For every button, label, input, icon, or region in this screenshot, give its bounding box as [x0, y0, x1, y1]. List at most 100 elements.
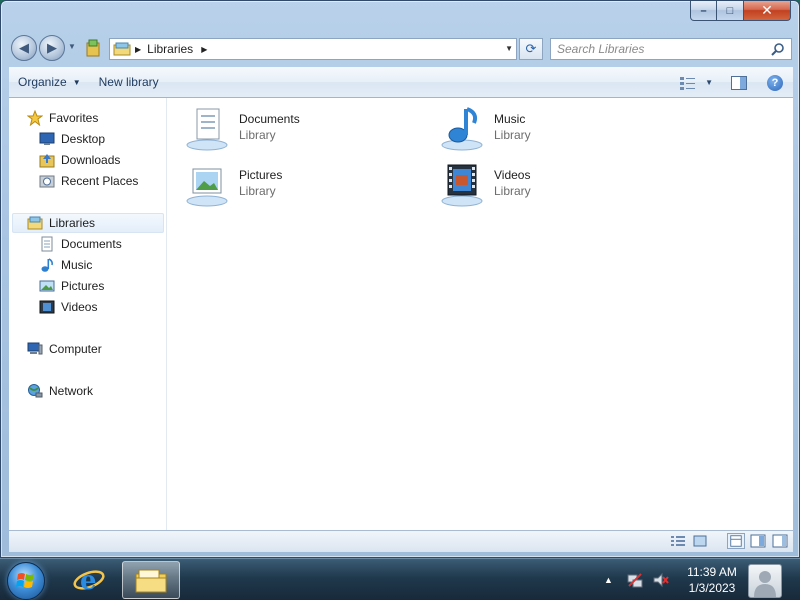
explorer-window: – □ ✕ ◀ ▶ ▼ ▶ Libraries ▶ ▼ ⟳ Search Lib… [0, 0, 800, 558]
sidebar-item-favorites[interactable]: Favorites [27, 108, 98, 128]
navigation-row: ◀ ▶ ▼ ▶ Libraries ▶ ▼ ⟳ [1, 33, 800, 65]
library-type: Library [239, 128, 276, 142]
back-arrow-icon: ◀ [19, 40, 29, 55]
back-button[interactable]: ◀ [11, 35, 37, 61]
sidebar-item-libraries[interactable]: Libraries [12, 213, 164, 233]
library-type: Library [494, 128, 531, 142]
details-view-icon[interactable] [669, 533, 687, 549]
sidebar-item-downloads[interactable]: Downloads [39, 150, 120, 170]
sidebar-item-label: Network [49, 384, 94, 398]
music-icon [41, 258, 53, 272]
documents-library-icon [186, 108, 228, 151]
library-item-videos[interactable]: Videos Library [440, 161, 531, 209]
new-library-label: New library [98, 75, 159, 89]
videos-library-icon [441, 164, 483, 207]
address-dropdown-icon[interactable]: ▼ [505, 44, 513, 53]
minimize-button[interactable]: – [690, 1, 717, 21]
taskbar-windows-explorer[interactable] [122, 561, 180, 599]
search-icon[interactable] [771, 42, 785, 56]
layout-preview-icon[interactable] [749, 533, 767, 549]
sidebar-item-music[interactable]: Music [39, 255, 92, 275]
sidebar-item-computer[interactable]: Computer [27, 339, 102, 359]
sidebar-item-label: Computer [49, 342, 102, 356]
library-item-text: Videos Library [494, 168, 531, 199]
sidebar-item-label: Music [61, 258, 93, 272]
close-button[interactable]: ✕ [744, 1, 791, 21]
layout-details-pane-icon[interactable] [771, 533, 789, 549]
sidebar-item-desktop[interactable]: Desktop [39, 129, 105, 149]
library-name: Pictures [239, 168, 283, 182]
maximize-button[interactable]: □ [717, 1, 744, 21]
sidebar-item-network[interactable]: Network [27, 381, 93, 401]
library-item-pictures[interactable]: Pictures Library [185, 161, 282, 209]
chevron-down-icon: ▼ [72, 77, 81, 87]
preview-pane-icon[interactable] [731, 75, 747, 90]
refresh-icon: ⟳ [525, 41, 537, 56]
help-icon[interactable]: ? [767, 74, 783, 91]
content-area: Favorites Desktop Downloads Recent Place… [9, 98, 793, 530]
library-name: Documents [239, 112, 300, 126]
breadcrumb-separator-icon[interactable]: ▶ [135, 45, 141, 54]
forward-arrow-icon: ▶ [47, 40, 57, 55]
search-input[interactable] [557, 40, 773, 58]
status-bar-view-buttons [665, 533, 789, 549]
volume-muted-icon[interactable] [653, 572, 669, 588]
sidebar-item-documents[interactable]: Documents [39, 234, 122, 254]
star-icon [27, 110, 43, 126]
network-icon [28, 384, 43, 398]
forward-button[interactable]: ▶ [39, 35, 65, 61]
libraries-up-icon[interactable] [85, 39, 101, 57]
library-item-music[interactable]: Music Library [440, 105, 531, 153]
taskbar-internet-explorer[interactable]: e [66, 563, 112, 597]
breadcrumb-libraries[interactable]: Libraries [147, 42, 193, 56]
sidebar-item-videos[interactable]: Videos [39, 297, 97, 317]
large-icons-view-icon[interactable] [691, 533, 709, 549]
taskbar: e ▲ 11:39 AM 1/3/2023 [0, 558, 800, 600]
organize-button[interactable]: Organize ▼ [9, 67, 90, 97]
library-item-text: Pictures Library [239, 168, 282, 199]
svg-text:e: e [80, 566, 97, 596]
address-bar[interactable]: ▶ Libraries ▶ ▼ [109, 38, 517, 60]
sidebar-item-label: Favorites [49, 111, 99, 125]
pictures-icon [39, 280, 55, 292]
network-status-icon[interactable] [627, 572, 643, 588]
navigation-pane: Favorites Desktop Downloads Recent Place… [9, 98, 167, 530]
notification-area: ▲ [604, 559, 679, 600]
documents-icon [41, 236, 53, 252]
sidebar-item-label: Pictures [61, 279, 105, 293]
show-hidden-icons-icon[interactable]: ▲ [604, 575, 613, 585]
start-button[interactable] [7, 562, 45, 600]
sidebar-item-label: Videos [61, 300, 98, 314]
command-bar-right: ▼ ? [679, 67, 783, 98]
library-name: Music [494, 112, 526, 126]
library-item-documents[interactable]: Documents Library [185, 105, 300, 153]
recent-places-icon [39, 175, 55, 188]
sidebar-item-label: Downloads [61, 153, 121, 167]
sidebar-item-recent-places[interactable]: Recent Places [39, 171, 138, 191]
organize-label: Organize [18, 75, 67, 89]
downloads-icon [39, 154, 55, 168]
recent-pages-dropdown[interactable]: ▼ [68, 42, 76, 51]
windows-explorer-icon [135, 569, 167, 593]
user-silhouette-icon [754, 571, 776, 597]
show-desktop-user-tile[interactable] [748, 564, 782, 598]
sidebar-item-label: Libraries [49, 216, 96, 230]
sidebar-item-label: Documents [61, 237, 122, 251]
breadcrumb-expand-icon[interactable]: ▶ [201, 45, 207, 54]
sidebar-item-label: Recent Places [61, 174, 139, 188]
search-box[interactable] [550, 38, 792, 60]
views-dropdown-icon[interactable]: ▼ [705, 78, 713, 87]
libraries-icon [27, 216, 43, 230]
sidebar-item-pictures[interactable]: Pictures [39, 276, 104, 296]
change-view-icon[interactable] [679, 75, 697, 91]
windows-logo-icon [16, 573, 34, 588]
library-type: Library [494, 184, 531, 198]
new-library-button[interactable]: New library [90, 67, 168, 97]
status-bar [9, 530, 793, 552]
refresh-button[interactable]: ⟳ [519, 38, 543, 60]
library-name: Videos [494, 168, 531, 182]
sidebar-item-label: Desktop [61, 132, 106, 146]
layout-list-icon[interactable] [727, 533, 745, 549]
taskbar-clock[interactable]: 11:39 AM 1/3/2023 [680, 564, 744, 596]
library-item-text: Documents Library [239, 112, 300, 143]
